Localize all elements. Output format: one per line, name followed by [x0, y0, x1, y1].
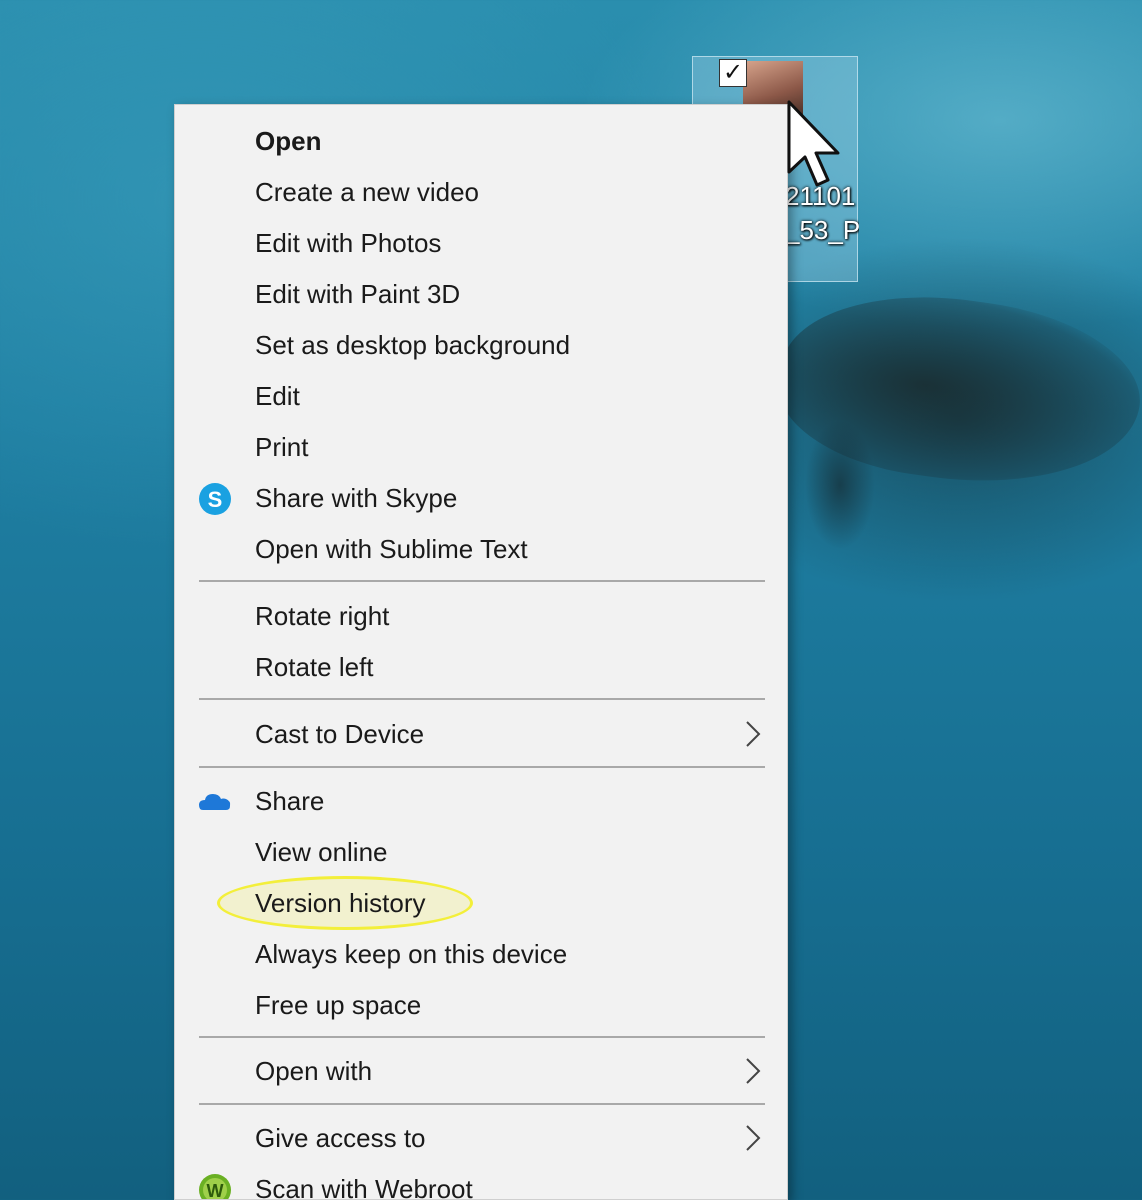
menu-item-label: Open with [255, 1056, 373, 1086]
menu-item-label: Edit with Paint 3D [255, 279, 461, 309]
menu-separator [199, 698, 765, 700]
menu-separator [199, 580, 765, 582]
menu-item-open[interactable]: Open [175, 116, 787, 166]
menu-item-set-desktop-background[interactable]: Set as desktop background [175, 320, 787, 370]
onedrive-cloud-icon [197, 784, 233, 820]
menu-item-open-with[interactable]: Open with [175, 1046, 787, 1096]
menu-item-label: Open [255, 126, 322, 156]
webroot-icon: W [197, 1172, 233, 1200]
menu-item-label: Print [255, 432, 309, 462]
menu-item-label: Share [255, 786, 325, 816]
menu-separator [199, 1036, 765, 1038]
menu-item-share-with-skype[interactable]: S Share with Skype [175, 473, 787, 523]
menu-item-edit-with-paint-3d[interactable]: Edit with Paint 3D [175, 269, 787, 319]
menu-item-open-with-sublime[interactable]: Open with Sublime Text [175, 524, 787, 574]
menu-item-label: Create a new video [255, 177, 480, 207]
menu-item-print[interactable]: Print [175, 422, 787, 472]
menu-item-label: Rotate right [255, 601, 390, 631]
menu-item-rotate-left[interactable]: Rotate left [175, 642, 787, 692]
menu-item-share[interactable]: Share [175, 776, 787, 826]
webroot-glyph: W [207, 1181, 224, 1200]
menu-item-rotate-right[interactable]: Rotate right [175, 591, 787, 641]
chevron-right-icon [741, 1057, 765, 1085]
menu-item-label: Version history [255, 888, 426, 918]
menu-item-create-new-video[interactable]: Create a new video [175, 167, 787, 217]
menu-item-label: Share with Skype [255, 483, 458, 513]
skype-glyph: S [208, 487, 223, 512]
menu-item-cast-to-device[interactable]: Cast to Device [175, 709, 787, 759]
menu-item-label: Always keep on this device [255, 939, 568, 969]
menu-item-give-access-to[interactable]: Give access to [175, 1113, 787, 1163]
chevron-right-icon [741, 1124, 765, 1152]
menu-item-label: Edit [255, 381, 300, 411]
menu-item-label: Open with Sublime Text [255, 534, 528, 564]
menu-item-always-keep-on-device[interactable]: Always keep on this device [175, 929, 787, 979]
selection-checkbox[interactable]: ✓ [719, 59, 747, 87]
menu-item-view-online[interactable]: View online [175, 827, 787, 877]
skype-icon: S [197, 481, 233, 517]
menu-item-edit-with-photos[interactable]: Edit with Photos [175, 218, 787, 268]
wallpaper-swimmer-arm [805, 420, 875, 550]
menu-item-edit[interactable]: Edit [175, 371, 787, 421]
menu-item-label: Scan with Webroot [255, 1174, 473, 1200]
mouse-pointer-icon [787, 100, 840, 187]
file-label-line-2: _53_P [785, 215, 859, 245]
chevron-right-icon [741, 720, 765, 748]
menu-item-label: View online [255, 837, 388, 867]
menu-item-version-history[interactable]: Version history [175, 878, 787, 928]
menu-item-label: Free up space [255, 990, 422, 1020]
menu-separator [199, 766, 765, 768]
menu-separator [199, 1103, 765, 1105]
menu-item-label: Rotate left [255, 652, 374, 682]
menu-item-label: Cast to Device [255, 719, 425, 749]
menu-item-label: Edit with Photos [255, 228, 442, 258]
context-menu: Open Create a new video Edit with Photos… [174, 104, 788, 1200]
menu-item-free-up-space[interactable]: Free up space [175, 980, 787, 1030]
desktop-background: ✓ 21101 _53_P Open Create a new video Ed… [0, 0, 1142, 1200]
menu-item-label: Set as desktop background [255, 330, 571, 360]
menu-item-scan-with-webroot[interactable]: W Scan with Webroot [175, 1164, 787, 1200]
menu-item-label: Give access to [255, 1123, 426, 1153]
